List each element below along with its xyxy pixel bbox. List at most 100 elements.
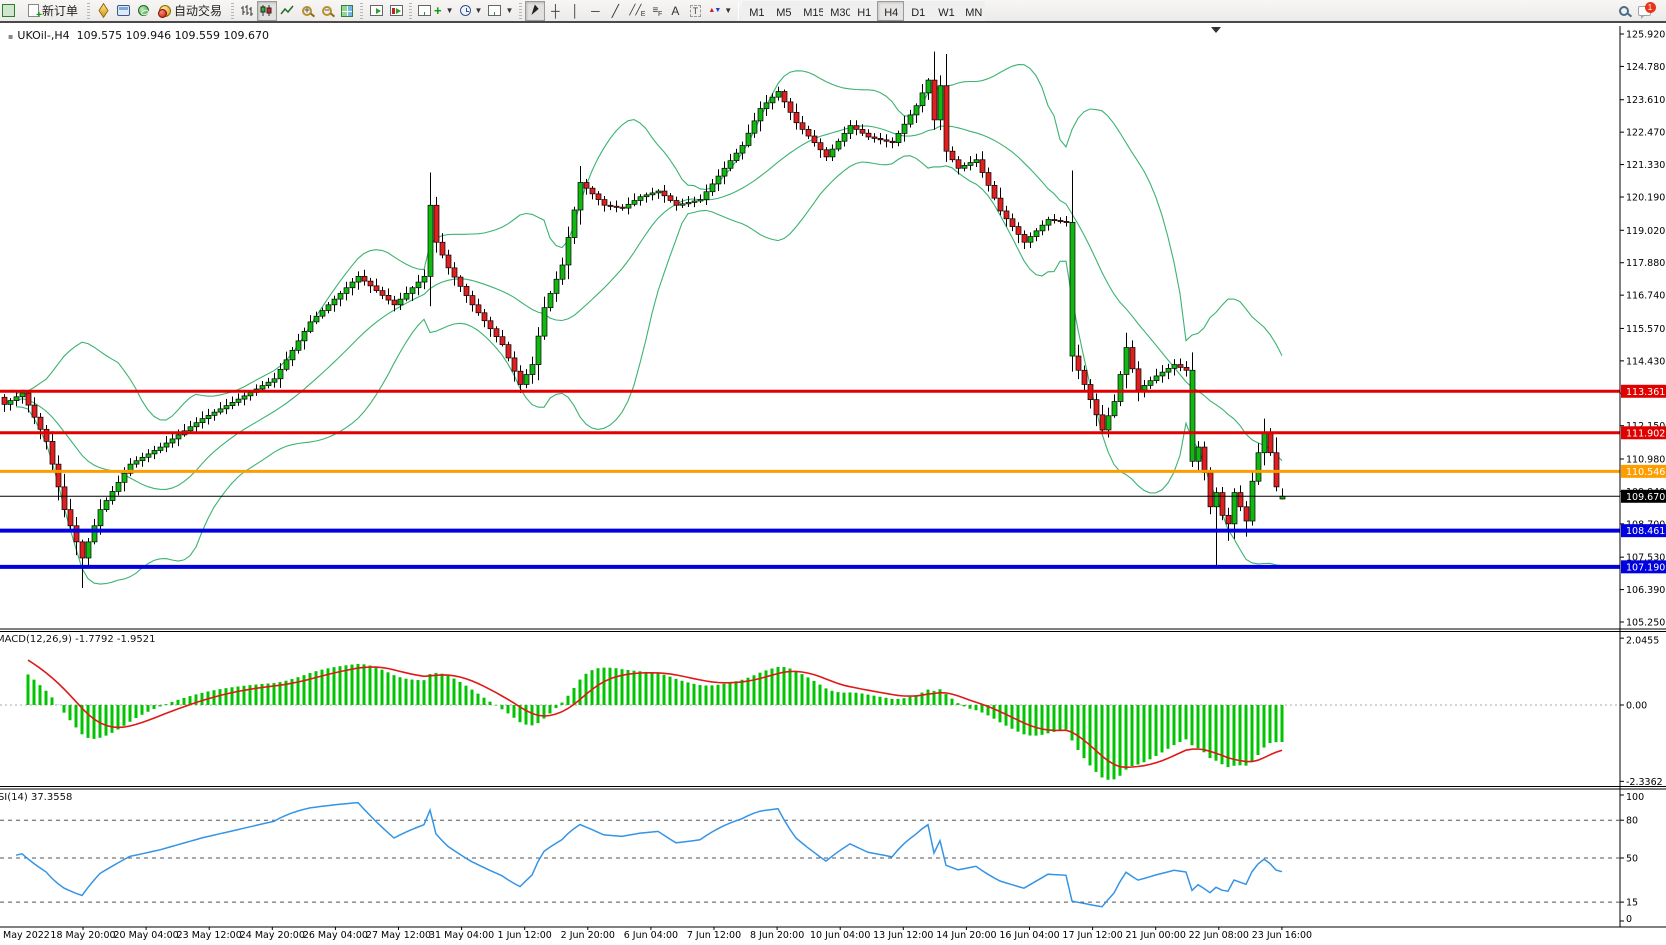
candlestick-chart-button[interactable] — [257, 1, 277, 21]
price-tick-label: 123.610 — [1626, 95, 1665, 106]
line-chart-icon — [280, 4, 294, 17]
periods-button[interactable]: ▼ — [457, 1, 486, 21]
text-tool-button[interactable]: A — [665, 1, 685, 21]
bar-chart-button[interactable] — [237, 1, 257, 21]
search-button[interactable] — [1614, 1, 1634, 21]
time-axis-label: 22 Jun 08:00 — [1189, 930, 1249, 941]
new-order-button[interactable]: 新订单 — [22, 1, 84, 21]
rsi-line — [16, 803, 1282, 907]
price-levels-layer — [0, 391, 1620, 567]
timeframe-m1[interactable]: M1 — [742, 1, 769, 21]
plus-icon: + — [434, 6, 442, 16]
zoom-in-button[interactable]: + — [297, 1, 317, 21]
arrows-tool-button[interactable]: ▲▼ ▼ — [705, 1, 735, 21]
macd-scale-label: -2.3362 — [1626, 777, 1663, 788]
rsi-scale-label: 100 — [1626, 792, 1644, 803]
macd-panel: 2.04550.00-2.3362 — [0, 636, 1663, 788]
notification-badge: 1 — [1645, 2, 1656, 13]
fibonacci-tool-button[interactable]: ≡F — [645, 1, 665, 21]
horizontal-line-tool-button[interactable]: ─ — [585, 1, 605, 21]
toolbar-grip — [231, 3, 234, 19]
timeframe-m30[interactable]: M30 — [823, 1, 850, 21]
chart-shift-marker — [1211, 27, 1221, 33]
panel-frames — [0, 26, 1666, 927]
auto-trading-button[interactable]: 自动交易 — [153, 1, 228, 21]
rsi-scale-label: 15 — [1626, 898, 1638, 909]
trendline-tool-button[interactable]: ╱ — [605, 1, 625, 21]
zoom-out-button[interactable]: − — [317, 1, 337, 21]
chat-bubble-icon: 1 — [1638, 6, 1651, 16]
timeframe-h4[interactable]: H4 — [877, 1, 904, 21]
market-watch-icon — [98, 3, 108, 18]
chart-shift-button[interactable] — [386, 1, 406, 21]
terminal-button[interactable] — [113, 1, 133, 21]
time-axis-label: 10 Jun 04:00 — [810, 930, 870, 941]
notifications-button[interactable]: 1 — [1634, 1, 1654, 21]
trendline-icon: ╱ — [612, 5, 619, 17]
symbol-ohlc-line: ▪UKOil-,H4 109.575 109.946 109.559 109.6… — [8, 29, 269, 42]
tile-windows-icon — [341, 5, 353, 17]
time-axis-label: 17 Jun 12:00 — [1062, 930, 1122, 941]
time-axis-label: 27 May 12:00 — [366, 930, 431, 941]
horizontal-line-icon: ─ — [591, 5, 600, 17]
timeframe-w1[interactable]: W1 — [931, 1, 958, 21]
template-icon — [488, 5, 501, 16]
arrows-icon: ▲▼ — [708, 7, 720, 14]
time-axis: May 202218 May 20:0020 May 04:0023 May 1… — [3, 927, 1312, 941]
channel-tool-button[interactable]: ╱╱E — [625, 1, 645, 21]
channel-icon: ╱╱E — [629, 5, 641, 17]
toolbar-separator — [738, 2, 739, 20]
price-tick-label: 114.430 — [1626, 356, 1665, 367]
time-axis-label: 18 May 20:00 — [50, 930, 115, 941]
level-price-label: 107.190 — [1626, 562, 1665, 573]
indicators-button[interactable]: +▼ — [415, 1, 457, 21]
price-tick-label: 122.470 — [1626, 128, 1665, 139]
label-tool-button[interactable]: T — [685, 1, 705, 21]
cut-left-button[interactable] — [2, 1, 22, 21]
timeframe-m15[interactable]: M15 — [796, 1, 823, 21]
chevron-down-icon: ▼ — [475, 6, 483, 15]
macd-scale-label: 0.00 — [1626, 701, 1647, 712]
timeframe-mn[interactable]: MN — [958, 1, 985, 21]
macd-signal-line — [28, 660, 1282, 767]
time-axis-label: 8 Jun 20:00 — [750, 930, 804, 941]
crosshair-icon: ┼ — [551, 5, 560, 17]
price-tick-label: 115.570 — [1626, 324, 1665, 335]
chevron-down-icon: ▼ — [724, 6, 732, 15]
chart-canvas[interactable]: 125.920124.780123.610122.470121.330120.1… — [0, 0, 1666, 941]
price-label-boxes: 113.361111.902110.546109.670108.461107.1… — [1621, 385, 1666, 574]
market-watch-button[interactable] — [93, 1, 113, 21]
auto-scroll-button[interactable] — [366, 1, 386, 21]
new-order-icon — [28, 4, 39, 17]
cursor-tool-button[interactable] — [525, 1, 545, 21]
rsi-indicator-label: RSI(14) 37.3558 — [0, 792, 72, 803]
bollinger-bands-layer — [16, 65, 1282, 585]
signals-button[interactable] — [133, 1, 153, 21]
vertical-line-icon: │ — [572, 5, 580, 17]
ohlc-values: 109.575 109.946 109.559 109.670 — [77, 29, 269, 42]
time-axis-label: 6 Jun 04:00 — [624, 930, 678, 941]
timeframe-m5[interactable]: M5 — [769, 1, 796, 21]
price-tick-label: 110.980 — [1626, 455, 1665, 466]
globe-icon — [138, 5, 149, 16]
bollinger-upper — [16, 65, 1282, 421]
timeframe-d1[interactable]: D1 — [904, 1, 931, 21]
time-axis-label: 23 May 12:00 — [177, 930, 242, 941]
toolbar-grip — [360, 3, 363, 19]
rsi-panel: 1008050150 — [0, 792, 1644, 925]
main-toolbar: 新订单 自动交易 + − +▼ ▼ ▼ ┼ │ ─ ╱ ╱╱E ≡F A T ▲… — [0, 0, 1666, 23]
rsi-scale-label: 80 — [1626, 816, 1638, 827]
price-axis: 125.920124.780123.610122.470121.330120.1… — [1620, 30, 1665, 629]
tile-windows-button[interactable] — [337, 1, 357, 21]
price-tick-label: 125.920 — [1626, 30, 1665, 41]
auto-trading-icon — [159, 5, 171, 17]
crosshair-tool-button[interactable]: ┼ — [545, 1, 565, 21]
line-chart-button[interactable] — [277, 1, 297, 21]
vertical-line-tool-button[interactable]: │ — [565, 1, 585, 21]
zoom-out-icon: − — [322, 6, 332, 16]
timeframe-h1[interactable]: H1 — [850, 1, 877, 21]
price-tick-label: 105.250 — [1626, 618, 1665, 629]
time-axis-label: 20 May 04:00 — [114, 930, 179, 941]
templates-button[interactable]: ▼ — [485, 1, 516, 21]
time-axis-label: 24 May 20:00 — [240, 930, 305, 941]
